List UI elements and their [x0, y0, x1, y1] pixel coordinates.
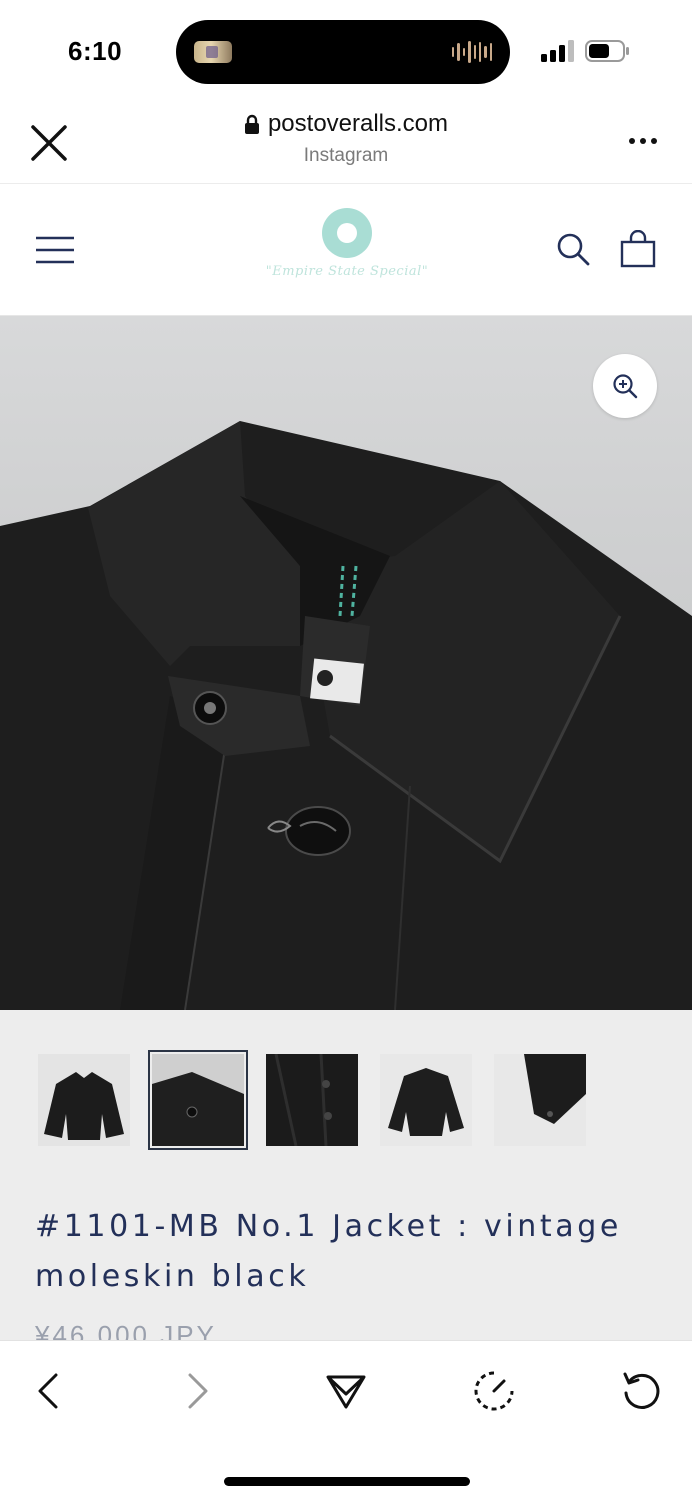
thumbnail-strip [38, 1050, 586, 1150]
reload-button[interactable] [620, 1369, 664, 1413]
site-logo[interactable]: "Empire State Special" [262, 208, 432, 292]
thumbnail-5[interactable] [494, 1054, 586, 1146]
thumbnail-3[interactable] [266, 1054, 358, 1146]
product-price: ¥46,000 JPY [35, 1320, 217, 1340]
album-art-icon [194, 41, 232, 63]
battery-icon [585, 40, 629, 62]
browser-bottom-toolbar [0, 1340, 692, 1500]
shopping-bag-icon[interactable] [620, 230, 656, 268]
audio-waveform-icon [452, 40, 492, 64]
zoom-in-icon [613, 374, 638, 399]
back-icon [38, 1373, 58, 1409]
jacket-detail-thumbnail [266, 1054, 358, 1146]
forward-button[interactable] [176, 1369, 220, 1413]
url-domain: postoveralls.com [267, 110, 449, 137]
more-icon[interactable] [628, 136, 658, 146]
jacket-sleeve-thumbnail [524, 1054, 586, 1124]
thumbnail-1[interactable] [38, 1054, 130, 1146]
jacket-photo [0, 421, 692, 1010]
site-header: "Empire State Special" [0, 184, 692, 316]
speed-icon [474, 1371, 514, 1411]
speed-button[interactable] [472, 1369, 516, 1413]
lock-icon [244, 114, 259, 134]
logo-emblem [322, 208, 372, 258]
search-icon[interactable] [556, 232, 590, 266]
status-time: 6:10 [68, 36, 123, 66]
reload-icon [623, 1372, 660, 1409]
thumbnail-2[interactable] [148, 1050, 248, 1150]
browser-header: postoveralls.com Instagram [0, 100, 692, 184]
product-image[interactable] [0, 316, 692, 1010]
home-indicator[interactable] [224, 1477, 470, 1486]
product-info-section: #1101-MB No.1 Jacket : vintage moleskin … [0, 1010, 692, 1340]
menu-icon[interactable] [35, 236, 75, 264]
share-button[interactable] [324, 1369, 368, 1413]
zoom-button[interactable] [593, 354, 657, 418]
dynamic-island[interactable] [176, 20, 510, 84]
jacket-front-thumbnail [44, 1072, 124, 1140]
forward-icon [188, 1373, 208, 1409]
address-bar[interactable]: postoveralls.com Instagram [0, 110, 692, 167]
status-bar: 6:10 [0, 0, 692, 100]
share-icon [326, 1375, 366, 1409]
cellular-signal-icon [541, 40, 574, 62]
source-label: Instagram [303, 145, 389, 166]
product-title: #1101-MB No.1 Jacket : vintage moleskin … [35, 1209, 622, 1294]
thumbnail-4[interactable] [380, 1054, 472, 1146]
back-button[interactable] [26, 1369, 70, 1413]
jacket-collar-thumbnail [152, 1054, 244, 1146]
jacket-back-thumbnail [388, 1068, 464, 1136]
logo-tagline: "Empire State Special" [265, 264, 429, 279]
